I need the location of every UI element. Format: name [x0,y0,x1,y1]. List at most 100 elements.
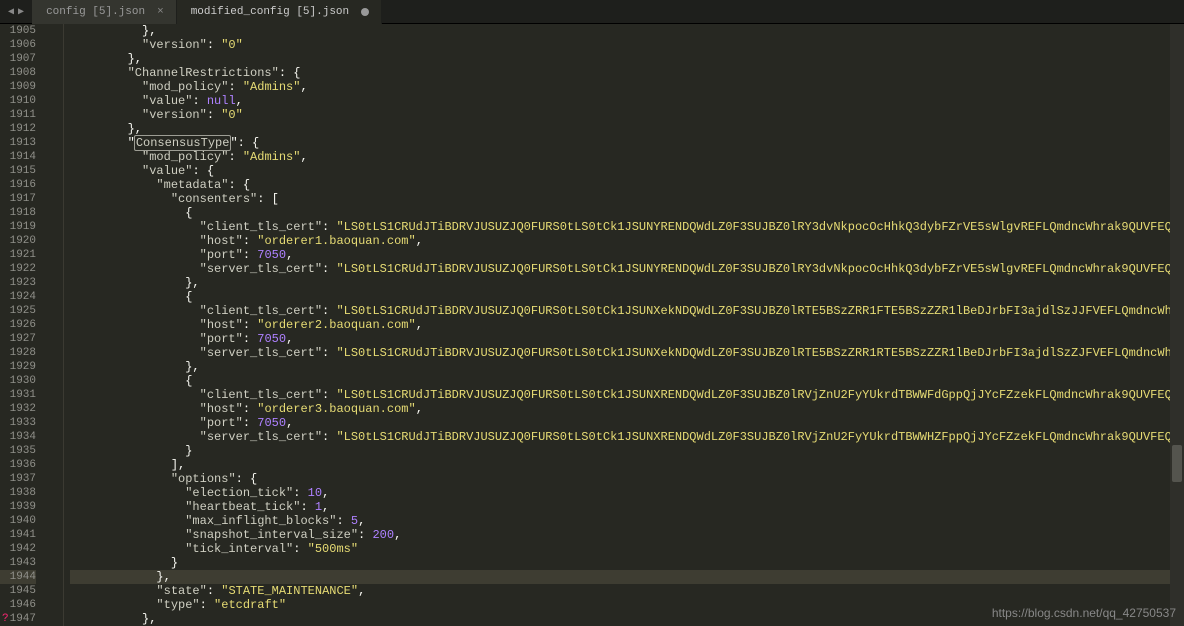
code-line[interactable]: "max_inflight_blocks": 5, [70,514,1184,528]
code-line[interactable]: "value": { [70,164,1184,178]
line-number: 1915 [0,164,36,178]
line-number: 1938 [0,486,36,500]
line-number: 1926 [0,318,36,332]
code-line[interactable]: }, [70,52,1184,66]
line-number: 1945 [0,584,36,598]
code-line[interactable]: "server_tls_cert": "LS0tLS1CRUdJTiBDRVJU… [70,430,1184,444]
code-line[interactable]: "heartbeat_tick": 1, [70,500,1184,514]
line-number: 1916 [0,178,36,192]
code-line[interactable]: "host": "orderer3.baoquan.com", [70,402,1184,416]
line-number: 1941 [0,528,36,542]
code-line[interactable]: }, [70,360,1184,374]
line-number: 1922 [0,262,36,276]
code-line[interactable]: { [70,374,1184,388]
line-number: 1939 [0,500,36,514]
line-number: 1919 [0,220,36,234]
line-number: 1927 [0,332,36,346]
code-line[interactable]: }, [70,570,1184,584]
code-line[interactable]: "host": "orderer1.baoquan.com", [70,234,1184,248]
line-number: 1934 [0,430,36,444]
nav-arrows: ◀ ▶ [0,6,32,18]
code-line[interactable]: "state": "STATE_MAINTENANCE", [70,584,1184,598]
line-number: 1910 [0,94,36,108]
dirty-icon [361,8,369,16]
code-line[interactable]: "consenters": [ [70,192,1184,206]
code-line[interactable]: "server_tls_cert": "LS0tLS1CRUdJTiBDRVJU… [70,346,1184,360]
line-number: 1906 [0,38,36,52]
code-line[interactable]: { [70,206,1184,220]
line-number: 1928 [0,346,36,360]
line-number: 1918 [0,206,36,220]
line-number: 1929 [0,360,36,374]
editor[interactable]: 1905190619071908190919101911191219131914… [0,24,1184,626]
code-line[interactable]: "port": 7050, [70,332,1184,346]
line-number: 1930 [0,374,36,388]
code-line[interactable]: } [70,444,1184,458]
tab-0[interactable]: config [5].json × [32,0,177,24]
code-line[interactable]: }, [70,276,1184,290]
line-number: 1947 [0,612,36,626]
vertical-scrollbar[interactable] [1170,24,1184,626]
line-number: 1921 [0,248,36,262]
line-number: 1931 [0,388,36,402]
line-number: 1923 [0,276,36,290]
line-number: 1935 [0,444,36,458]
code-line[interactable]: "port": 7050, [70,416,1184,430]
line-number: 1924 [0,290,36,304]
nav-forward-icon[interactable]: ▶ [16,6,26,18]
line-number: 1943 [0,556,36,570]
tab-bar: ◀ ▶ config [5].json × modified_config [5].… [0,0,1184,24]
code-line[interactable]: "mod_policy": "Admins", [70,150,1184,164]
code-line[interactable]: "tick_interval": "500ms" [70,542,1184,556]
nav-back-icon[interactable]: ◀ [6,6,16,18]
code-area[interactable]: }, "version": "0" }, "ChannelRestriction… [64,24,1184,626]
code-line[interactable]: ], [70,458,1184,472]
line-number: 1920 [0,234,36,248]
code-line[interactable]: "server_tls_cert": "LS0tLS1CRUdJTiBDRVJU… [70,262,1184,276]
line-number: 1925 [0,304,36,318]
close-icon[interactable]: × [157,6,164,18]
code-line[interactable]: "ChannelRestrictions": { [70,66,1184,80]
line-number: 1933 [0,416,36,430]
line-number: 1936 [0,458,36,472]
line-number: 1937 [0,472,36,486]
code-line[interactable]: }, [70,24,1184,38]
line-number: 1909 [0,80,36,94]
code-line[interactable]: "mod_policy": "Admins", [70,80,1184,94]
code-line[interactable]: "metadata": { [70,178,1184,192]
code-line[interactable]: "client_tls_cert": "LS0tLS1CRUdJTiBDRVJU… [70,388,1184,402]
line-number: 1946 [0,598,36,612]
tab-label: modified_config [5].json [191,6,349,18]
line-number: 1907 [0,52,36,66]
code-line[interactable]: } [70,556,1184,570]
line-number: 1942 [0,542,36,556]
line-number: 1905 [0,24,36,38]
watermark: https://blog.csdn.net/qq_42750537 [992,606,1176,620]
line-number: 1940 [0,514,36,528]
line-number: 1932 [0,402,36,416]
code-line[interactable]: "snapshot_interval_size": 200, [70,528,1184,542]
code-line[interactable]: "port": 7050, [70,248,1184,262]
code-line[interactable]: }, [70,122,1184,136]
code-line[interactable]: "version": "0" [70,38,1184,52]
scrollbar-thumb[interactable] [1172,445,1182,481]
tab-label: config [5].json [46,6,145,18]
code-line[interactable]: { [70,290,1184,304]
line-number: 1912 [0,122,36,136]
code-line[interactable]: "options": { [70,472,1184,486]
code-line[interactable]: "host": "orderer2.baoquan.com", [70,318,1184,332]
code-line[interactable]: "client_tls_cert": "LS0tLS1CRUdJTiBDRVJU… [70,304,1184,318]
code-line[interactable]: "election_tick": 10, [70,486,1184,500]
code-line[interactable]: "client_tls_cert": "LS0tLS1CRUdJTiBDRVJU… [70,220,1184,234]
line-number: 1917 [0,192,36,206]
tab-1[interactable]: modified_config [5].json [177,0,382,24]
code-line[interactable]: "ConsensusType": { [70,136,1184,150]
code-line[interactable]: "value": null, [70,94,1184,108]
fold-gutter [46,24,64,626]
line-number: 1913 [0,136,36,150]
line-number-gutter: 1905190619071908190919101911191219131914… [0,24,46,626]
code-line[interactable]: "version": "0" [70,108,1184,122]
line-number: 1908 [0,66,36,80]
line-number: 1911 [0,108,36,122]
line-number: 1944 [0,570,36,584]
